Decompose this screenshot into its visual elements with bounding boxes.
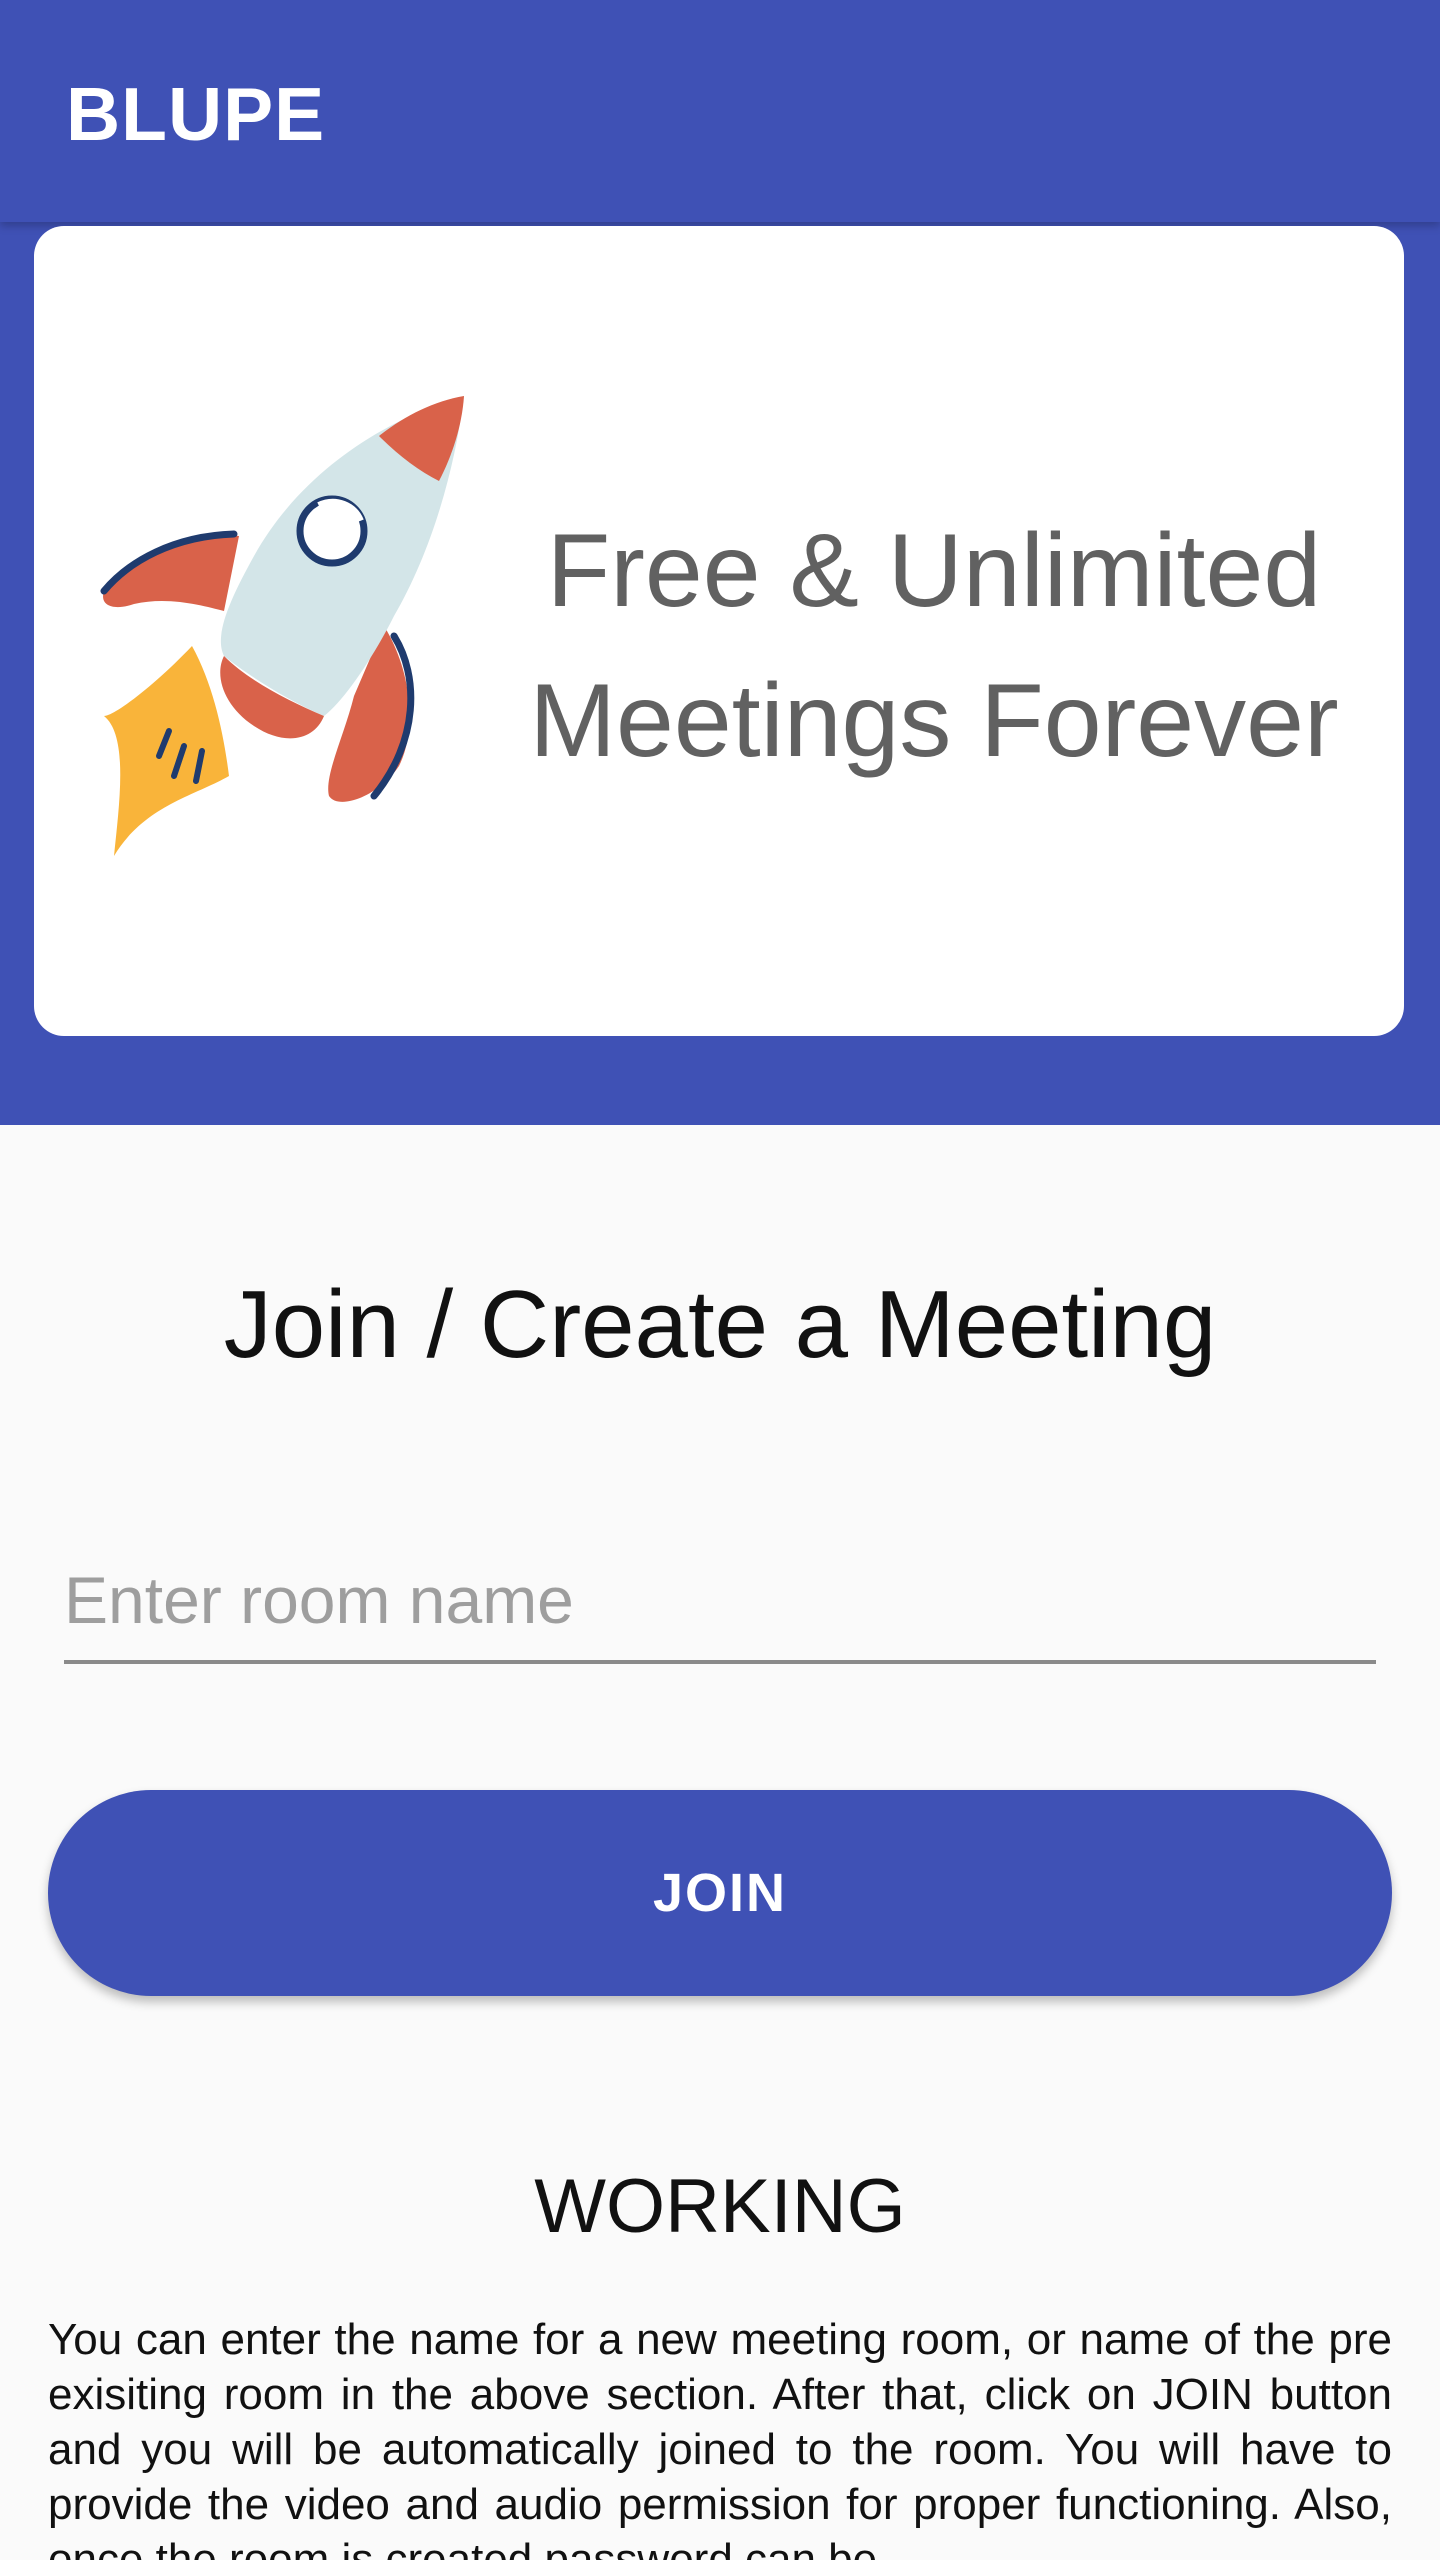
app-bar: BLUPE	[0, 0, 1440, 222]
working-description: You can enter the name for a new meeting…	[48, 2315, 1392, 2560]
join-button[interactable]: JOIN	[48, 1790, 1392, 1996]
banner-tagline: Free & Unlimited Meetings Forever	[474, 496, 1394, 796]
app-title: BLUPE	[66, 72, 326, 156]
banner-card: Free & Unlimited Meetings Forever	[34, 226, 1404, 1036]
working-section-title: WORKING	[534, 2164, 906, 2249]
app-screen: BLUPE Free & Unlimited Meetings Forever …	[0, 0, 1440, 2560]
room-name-input[interactable]	[64, 1540, 1376, 1664]
banner-tagline-line-2: Meetings Forever	[529, 663, 1339, 779]
rocket-icon	[100, 396, 464, 856]
page-title: Join / Create a Meeting	[223, 1271, 1217, 1378]
banner-tagline-line-1: Free & Unlimited	[546, 513, 1322, 629]
